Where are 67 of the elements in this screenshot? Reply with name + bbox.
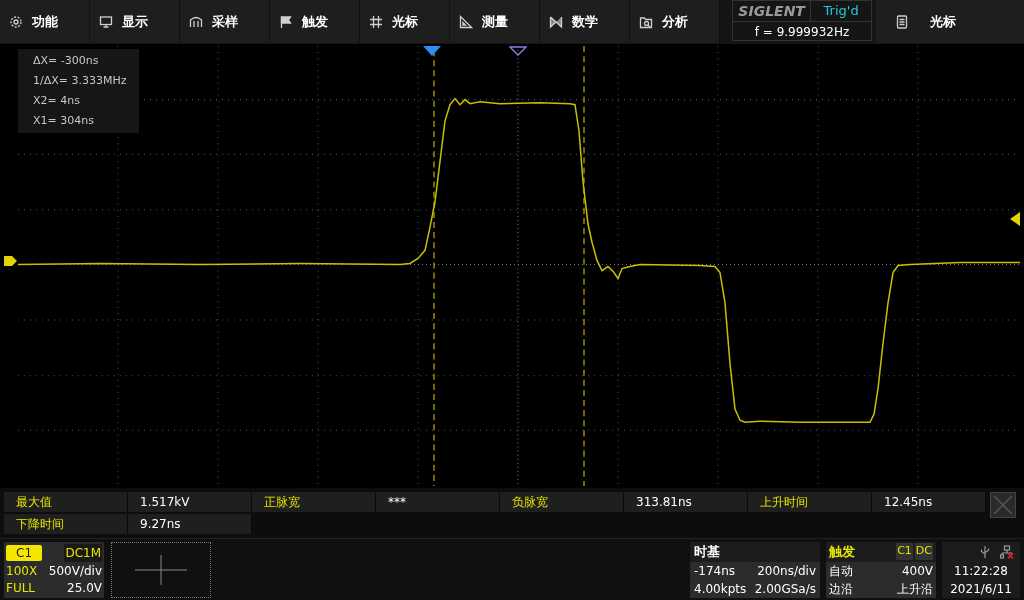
side-menu-button[interactable]: 光标 (876, 0, 1024, 43)
measurement-name: 正脉宽 (252, 492, 376, 512)
clock-date: 2021/6/11 (950, 580, 1012, 598)
channel-panel[interactable]: C1 DC1M 100X 500V/div FULL 25.0V (4, 541, 104, 598)
trigger-level: 400V (901, 562, 933, 580)
clock-time: 11:22:28 (954, 562, 1008, 580)
trigger-level-marker-icon (1010, 212, 1020, 226)
flag-icon (279, 14, 293, 29)
trigger-mode: 自动 (829, 562, 853, 580)
sample-rate: 2.00GSa/s (754, 580, 816, 598)
channel-label: C1 (6, 544, 42, 561)
trigger-coupling: DC (914, 543, 933, 560)
measurement-value: 313.81ns (624, 492, 748, 512)
menu-tab[interactable]: 分析 (630, 0, 720, 43)
sample-wave-icon (189, 14, 203, 29)
frequency-readout: f = 9.999932Hz (733, 20, 871, 40)
trigger-source: C1 (896, 543, 913, 560)
menu-tab[interactable]: 光标 (360, 0, 450, 43)
horizontal-scale: 200ns/div (757, 562, 816, 580)
cursor-readout-text: 1/ΔX= 3.333MHz (32, 73, 128, 89)
cursor-readout-text: X2= 4ns (32, 93, 81, 109)
plus-icon (135, 554, 187, 585)
trigger-status: Trig'd (810, 1, 871, 21)
channel-level-marker-icon (4, 256, 17, 266)
usb-icon (980, 544, 990, 559)
cursor-readout-text: ΔX= -300ns (32, 53, 100, 69)
settings-icon (9, 14, 23, 29)
timebase-title: 时基 (690, 541, 820, 562)
menu-tab[interactable]: 采样 (180, 0, 270, 43)
trigger-type: 边沿 (829, 580, 853, 598)
vertical-scale: 500V/div (48, 562, 102, 580)
measurement-name: 上升时间 (748, 492, 872, 512)
close-icon (993, 495, 1013, 515)
bandwidth-limit: FULL (6, 579, 36, 596)
menu-tab[interactable]: 数学 (540, 0, 630, 43)
list-icon (896, 14, 908, 29)
network-disconnected-icon (1000, 544, 1014, 559)
add-channel-button[interactable] (111, 541, 211, 598)
monitor-icon (99, 14, 113, 29)
probe-ratio: 100X (6, 562, 38, 580)
menu-tab[interactable]: 触发 (270, 0, 360, 43)
trigger-title: 触发 (829, 542, 855, 561)
trigger-slope: 上升沿 (897, 580, 933, 598)
timebase-panel[interactable]: 时基 -174ns 200ns/div 4.00kpts 2.00GSa/s (690, 541, 820, 598)
measurement-name: 最大值 (4, 492, 128, 512)
channel-coupling: DC1M (64, 543, 102, 562)
measurement-name: 下降时间 (4, 514, 128, 534)
measurement-value: 9.27ns (128, 514, 252, 534)
vertical-offset: 25.0V (67, 579, 102, 596)
measurement-value: 12.45ns (872, 492, 986, 512)
analysis-icon (639, 14, 653, 29)
brand-logo: SIGLENT (737, 2, 807, 21)
menu-tab[interactable]: 显示 (90, 0, 180, 43)
cursor-readout-text: X1= 304ns (32, 113, 95, 129)
trigger-position-marker-icon (423, 46, 441, 56)
menu-tab[interactable]: 功能 (0, 0, 90, 43)
position-marker-icon (509, 46, 527, 56)
trigger-panel[interactable]: 触发 C1 DC 自动 400V 边沿 上升沿 (826, 541, 936, 598)
menu-tab[interactable]: 测量 (450, 0, 540, 43)
math-icon (549, 14, 563, 29)
ruler-triangle-icon (459, 14, 473, 29)
measurement-value: 1.517kV (128, 492, 252, 512)
grid-icon (369, 14, 383, 29)
horizontal-delay: -174ns (694, 562, 736, 580)
memory-depth: 4.00kpts (694, 580, 747, 598)
measurement-name: 负脉宽 (500, 492, 624, 512)
measurement-value: *** (376, 492, 500, 512)
